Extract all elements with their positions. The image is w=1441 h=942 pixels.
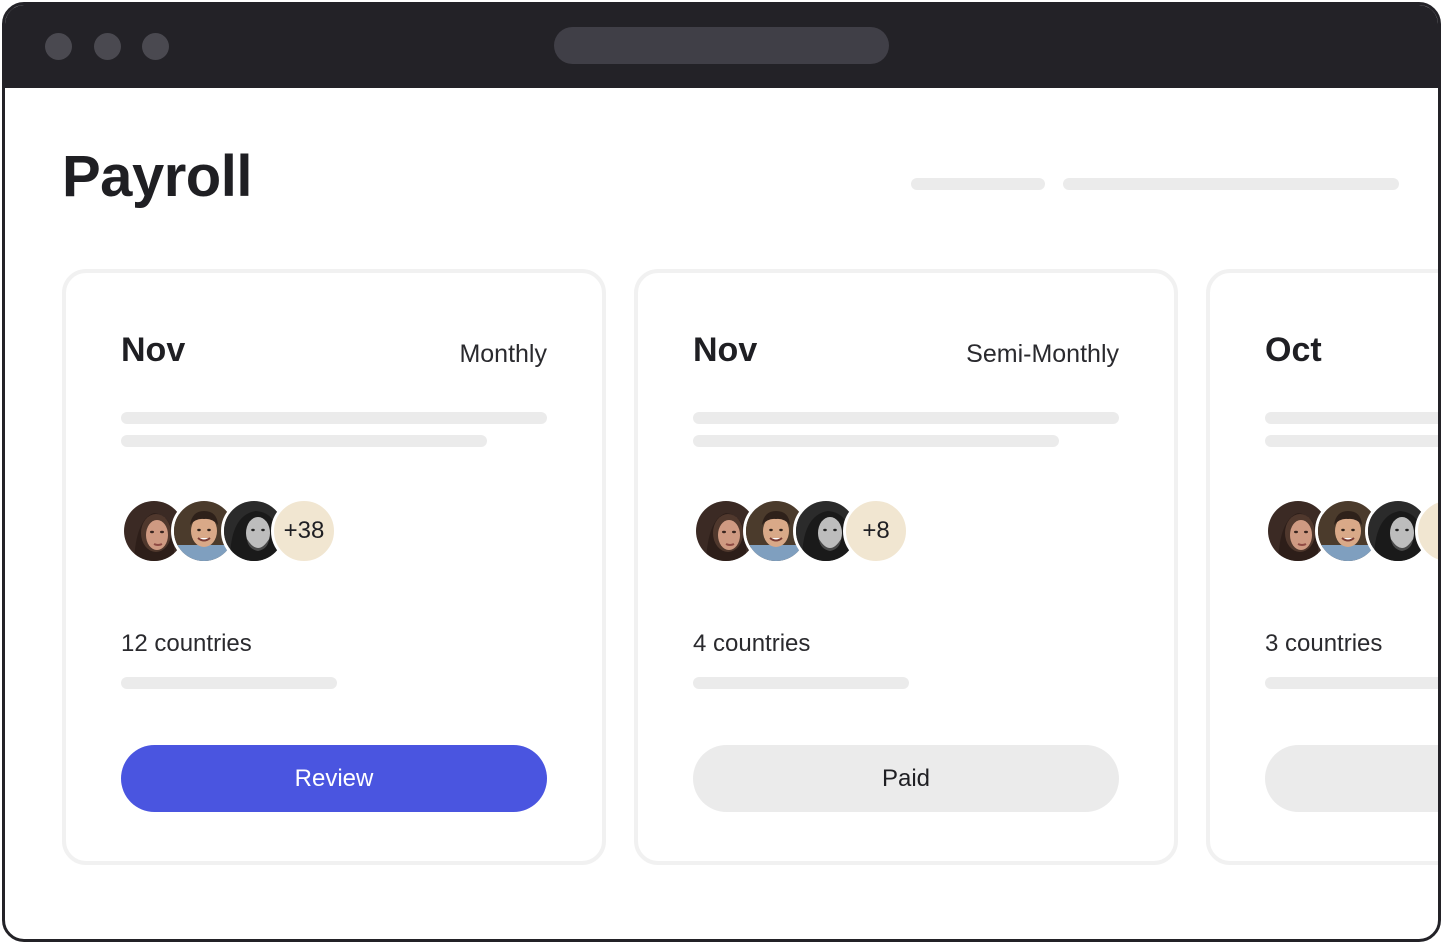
browser-titlebar — [5, 5, 1438, 88]
window-minimize-dot[interactable] — [94, 33, 121, 60]
placeholder-line — [121, 412, 547, 424]
payroll-card: Oct 3 countries — [1206, 269, 1438, 865]
placeholder-line — [1265, 677, 1438, 689]
more-members-badge: +8 — [843, 498, 909, 564]
review-button[interactable]: Review — [121, 745, 547, 812]
window-close-dot[interactable] — [45, 33, 72, 60]
countries-count: 12 countries — [121, 630, 252, 657]
card-frequency: Monthly — [459, 340, 547, 368]
header-placeholder-bar — [911, 178, 1045, 190]
browser-window: Payroll Nov Monthly +38 12 countries Rev… — [2, 2, 1441, 942]
avatar-stack: +38 — [121, 498, 381, 564]
placeholder-line — [693, 435, 1059, 447]
placeholder-line — [693, 412, 1119, 424]
placeholder-line — [1265, 435, 1438, 447]
page-title: Payroll — [62, 144, 252, 209]
card-month: Oct — [1265, 331, 1322, 369]
header-placeholder-bar — [1063, 178, 1399, 190]
avatar-stack: +8 — [693, 498, 953, 564]
placeholder-line — [121, 435, 487, 447]
payroll-card: Nov Semi-Monthly +8 4 countries Paid — [634, 269, 1178, 865]
window-maximize-dot[interactable] — [142, 33, 169, 60]
card-month: Nov — [121, 331, 186, 369]
more-members-badge: +38 — [271, 498, 337, 564]
paid-button[interactable]: Paid — [693, 745, 1119, 812]
countries-count: 3 countries — [1265, 630, 1383, 657]
payroll-card: Nov Monthly +38 12 countries Review — [62, 269, 606, 865]
address-bar[interactable] — [554, 27, 889, 64]
countries-count: 4 countries — [693, 630, 811, 657]
placeholder-line — [693, 677, 909, 689]
placeholder-line — [121, 677, 337, 689]
avatar-stack — [1265, 498, 1438, 564]
card-action-button[interactable] — [1265, 745, 1438, 812]
card-frequency: Semi-Monthly — [966, 340, 1119, 368]
placeholder-line — [1265, 412, 1438, 424]
card-month: Nov — [693, 331, 758, 369]
